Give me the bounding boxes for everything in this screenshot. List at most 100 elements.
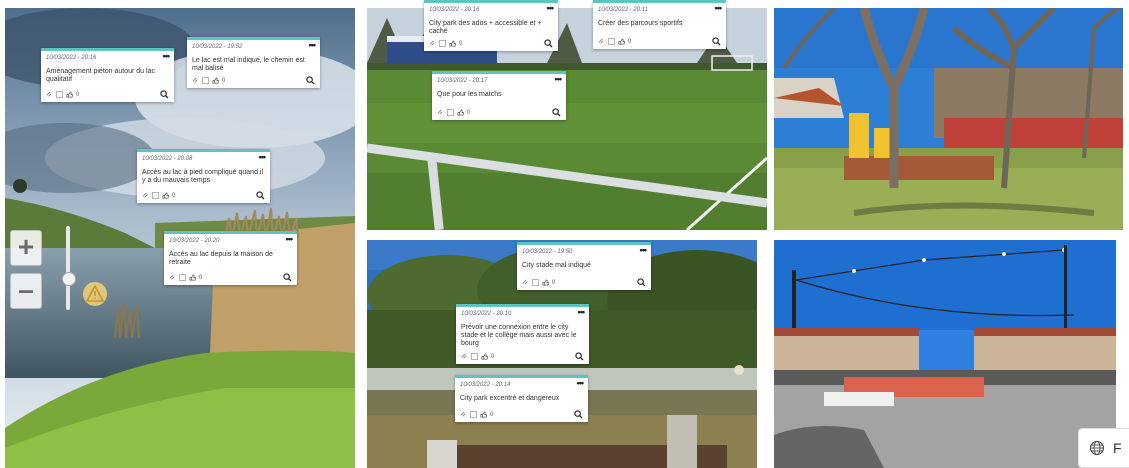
image-icon[interactable]: [202, 77, 209, 84]
thumbs-up-icon[interactable]: [542, 279, 549, 286]
note-card[interactable]: 10/03/2022 - 20:16 ••• City park des ado…: [424, 0, 558, 51]
like-count: 0: [628, 38, 632, 45]
link-icon[interactable]: [142, 192, 149, 199]
note-card[interactable]: 10/03/2022 - 20:08 ••• Accès au lac à pi…: [137, 149, 270, 203]
zoom-to-icon[interactable]: [712, 37, 721, 46]
note-date: 10/03/2022 - 20:08: [142, 156, 193, 162]
image-icon[interactable]: [152, 192, 159, 199]
language-button[interactable]: F: [1078, 428, 1129, 468]
image-icon[interactable]: [532, 279, 539, 286]
zoom-in-button[interactable]: +: [10, 230, 42, 266]
more-options-button[interactable]: •••: [259, 152, 267, 162]
note-footer: 0: [192, 76, 315, 85]
note-text: Que pour les matchs: [437, 91, 502, 98]
more-options-button[interactable]: •••: [547, 3, 555, 13]
note-date: 10/03/2022 - 20:16: [429, 7, 480, 13]
link-icon[interactable]: [522, 279, 529, 286]
note-text: City park excentré et dangereux: [460, 395, 560, 402]
image-icon[interactable]: [608, 38, 615, 45]
note-date: 10/03/2022 - 20:16: [46, 55, 97, 61]
note-footer: 0: [142, 191, 265, 200]
link-icon[interactable]: [169, 274, 176, 281]
image-icon[interactable]: [179, 274, 186, 281]
note-card[interactable]: 10/03/2022 - 20:16 ••• Aménagement piéto…: [41, 48, 174, 102]
note-footer: 0: [522, 278, 646, 287]
zoom-to-icon[interactable]: [575, 352, 584, 361]
zoom-to-icon[interactable]: [306, 76, 315, 85]
note-card[interactable]: 10/03/2022 - 19:50 ••• City stade mal in…: [517, 242, 651, 290]
note-text: Accès au lac depuis la maison de retrait…: [169, 251, 273, 266]
zoom-slider-track[interactable]: [66, 226, 70, 310]
zoom-to-icon[interactable]: [574, 410, 583, 419]
image-icon[interactable]: [56, 91, 63, 98]
image-icon[interactable]: [470, 411, 477, 418]
more-options-button[interactable]: •••: [578, 307, 586, 317]
zoom-to-icon[interactable]: [256, 191, 265, 200]
note-date: 10/03/2022 - 20:20: [169, 238, 220, 244]
image-icon[interactable]: [447, 109, 454, 116]
note-card[interactable]: 10/03/2022 - 20:11 ••• Créer des parcour…: [593, 0, 726, 49]
warning-icon[interactable]: [82, 281, 108, 307]
link-icon[interactable]: [460, 411, 467, 418]
like-count: 0: [172, 192, 176, 199]
zoom-to-icon[interactable]: [283, 273, 292, 282]
note-card[interactable]: 10/03/2022 - 20:17 ••• Que pour les matc…: [432, 71, 566, 120]
zoom-to-icon[interactable]: [637, 278, 646, 287]
thumbs-up-icon[interactable]: [480, 411, 487, 418]
square-scene: [774, 240, 1116, 468]
photo-square[interactable]: [774, 240, 1116, 468]
zoom-out-button[interactable]: –: [10, 273, 42, 309]
more-options-button[interactable]: •••: [286, 234, 294, 244]
zoom-to-icon[interactable]: [544, 39, 553, 48]
note-card[interactable]: 10/03/2022 - 20:10 ••• Prévoir une conne…: [456, 304, 589, 364]
note-date: 10/03/2022 - 20:17: [437, 78, 488, 84]
like-count: 0: [222, 77, 226, 84]
thumbs-up-icon[interactable]: [189, 274, 196, 281]
language-label: F: [1113, 440, 1122, 456]
zoom-to-icon[interactable]: [160, 90, 169, 99]
link-icon[interactable]: [429, 40, 436, 47]
note-text: Prévoir une connexion entre le city stad…: [461, 324, 577, 347]
like-count: 0: [459, 40, 463, 47]
more-options-button[interactable]: •••: [577, 378, 585, 388]
like-count: 0: [467, 109, 471, 116]
more-options-button[interactable]: •••: [309, 40, 317, 50]
link-icon[interactable]: [461, 353, 468, 360]
thumbs-up-icon[interactable]: [66, 91, 73, 98]
note-card[interactable]: 10/03/2022 - 20:20 ••• Accès au lac depu…: [164, 231, 297, 285]
note-date: 10/03/2022 - 19:50: [522, 249, 573, 255]
more-options-button[interactable]: •••: [555, 74, 563, 84]
note-card[interactable]: 10/03/2022 - 20:14 ••• City park excentr…: [455, 375, 588, 422]
thumbs-up-icon[interactable]: [457, 109, 464, 116]
zoom-slider-handle[interactable]: [62, 272, 76, 286]
note-footer: 0: [169, 273, 292, 282]
image-icon[interactable]: [471, 353, 478, 360]
thumbs-up-icon[interactable]: [481, 353, 488, 360]
note-footer: 0: [598, 37, 721, 46]
more-options-button[interactable]: •••: [715, 3, 723, 13]
zoom-to-icon[interactable]: [552, 108, 561, 117]
link-icon[interactable]: [437, 109, 444, 116]
note-footer: 0: [437, 108, 561, 117]
thumbs-up-icon[interactable]: [449, 40, 456, 47]
note-text: City park des ados + accessible et + cac…: [429, 20, 542, 35]
more-options-button[interactable]: •••: [640, 245, 648, 255]
note-card[interactable]: 10/03/2022 - 19:52 ••• Le lac est mal in…: [187, 37, 320, 88]
thumbs-up-icon[interactable]: [212, 77, 219, 84]
note-text: Créer des parcours sportifs: [598, 20, 683, 27]
note-text: Aménagement piéton autour du lac qualita…: [46, 68, 155, 83]
note-text: Accès au lac à pied compliqué quand il y…: [142, 169, 264, 184]
link-icon[interactable]: [46, 91, 53, 98]
thumbs-up-icon[interactable]: [618, 38, 625, 45]
photo-playground[interactable]: [774, 8, 1123, 230]
more-options-button[interactable]: •••: [163, 51, 171, 61]
note-footer: 0: [461, 352, 584, 361]
link-icon[interactable]: [192, 77, 199, 84]
like-count: 0: [490, 411, 494, 418]
thumbs-up-icon[interactable]: [162, 192, 169, 199]
like-count: 0: [76, 91, 80, 98]
note-footer: 0: [46, 90, 169, 99]
image-icon[interactable]: [439, 40, 446, 47]
note-date: 10/03/2022 - 20:11: [598, 7, 648, 13]
link-icon[interactable]: [598, 38, 605, 45]
